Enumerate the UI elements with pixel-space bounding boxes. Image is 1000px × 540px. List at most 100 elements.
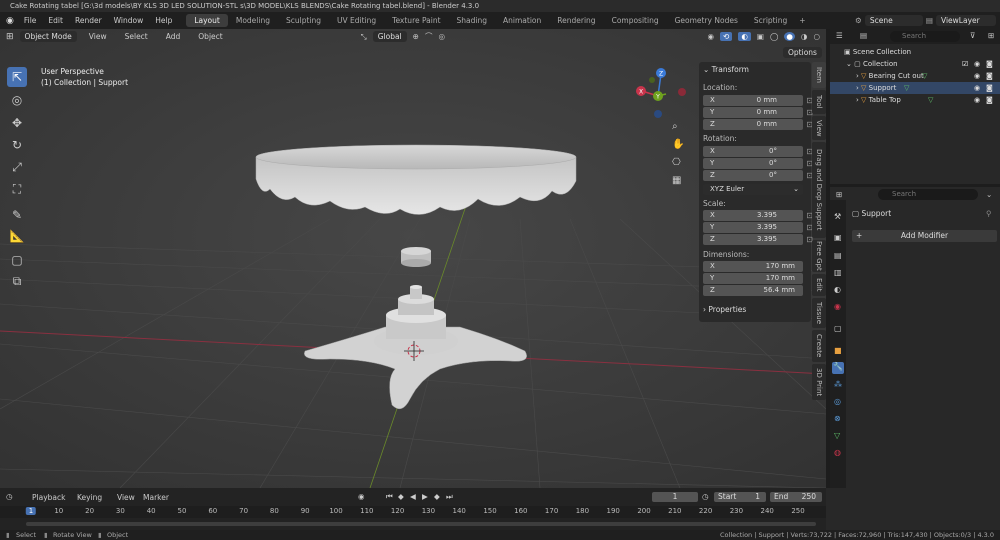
- scale-x-field[interactable]: X 3.395 ⊡: [703, 210, 813, 221]
- data-properties-icon[interactable]: ▽: [834, 431, 840, 440]
- workspace-tab-layout[interactable]: Layout: [186, 14, 228, 27]
- render-properties-icon[interactable]: ▣: [834, 233, 842, 242]
- tab-item[interactable]: Item: [812, 62, 826, 88]
- jump-end-icon[interactable]: ⏭: [446, 492, 453, 502]
- workspace-tab-shading[interactable]: Shading: [449, 14, 495, 27]
- workspace-tab-sculpting[interactable]: Sculpting: [278, 14, 329, 27]
- material-shading-icon[interactable]: ◑: [801, 32, 808, 41]
- transform-header[interactable]: ⌄ Transform: [703, 65, 749, 74]
- navigation-gizmo[interactable]: Z X Y: [630, 66, 690, 126]
- jump-start-icon[interactable]: ⏮: [386, 492, 393, 502]
- transform-orientation-icon[interactable]: ⤡: [361, 32, 367, 42]
- rotate-tool-icon[interactable]: ↻: [7, 135, 27, 155]
- options-button[interactable]: Options: [783, 47, 822, 58]
- move-tool-icon[interactable]: ✥: [7, 113, 27, 133]
- outliner-item-support[interactable]: › ▽ Support ▽ ◉ ◙: [830, 82, 1000, 94]
- play-icon[interactable]: ▶: [422, 492, 428, 501]
- solid-shading-icon[interactable]: ●: [784, 32, 795, 41]
- menu-help[interactable]: Help: [149, 16, 178, 25]
- transform-tool-icon[interactable]: ⛶: [7, 179, 27, 199]
- menu-file[interactable]: File: [18, 16, 43, 25]
- play-reverse-icon[interactable]: ◀: [410, 492, 416, 501]
- menu-window[interactable]: Window: [108, 16, 150, 25]
- menu-view[interactable]: View: [83, 32, 113, 41]
- timeline-editor-icon[interactable]: ◷: [6, 492, 13, 501]
- pivot-icon[interactable]: ⊕: [413, 32, 419, 41]
- select-box-tool-icon[interactable]: ⇱: [7, 67, 27, 87]
- new-collection-icon[interactable]: ⊞: [988, 31, 994, 40]
- rotation-x-field[interactable]: X 0° ⊡: [703, 146, 813, 157]
- perspective-toggle-icon[interactable]: ▦: [672, 175, 681, 186]
- frame-rate-icon[interactable]: ◷: [702, 492, 709, 501]
- add-workspace-icon[interactable]: +: [795, 16, 809, 25]
- tab-edit[interactable]: Edit: [812, 274, 826, 296]
- outliner-display-mode-icon[interactable]: ▤: [860, 31, 867, 40]
- scale-y-field[interactable]: Y 3.395 ⊡: [703, 222, 813, 233]
- menu-add[interactable]: Add: [160, 32, 187, 41]
- menu-edit[interactable]: Edit: [42, 16, 69, 25]
- dimensions-y-field[interactable]: Y 170 mm: [703, 273, 803, 284]
- scene-selector[interactable]: Scene: [864, 15, 923, 26]
- scale-tool-icon[interactable]: ⤢: [7, 157, 27, 177]
- timeline-ruler[interactable]: 1 10 20 30 40 50 60 70 80 90 100 110 120 130 140 150 160…: [0, 506, 826, 518]
- pan-hand-icon[interactable]: ✋: [672, 139, 684, 150]
- timeline-menu-keying[interactable]: Keying: [71, 493, 108, 502]
- material-properties-icon[interactable]: ◍: [834, 448, 841, 457]
- zoom-icon[interactable]: ⌕: [672, 121, 678, 132]
- xray-icon[interactable]: ▣: [757, 32, 764, 41]
- workspace-tab-texture-paint[interactable]: Texture Paint: [384, 14, 448, 27]
- properties-search-input[interactable]: Search: [878, 189, 978, 200]
- workspace-tab-animation[interactable]: Animation: [495, 14, 549, 27]
- add-primitive-tool-icon[interactable]: ⧉: [7, 271, 27, 291]
- particles-properties-icon[interactable]: ⁂: [834, 380, 842, 389]
- pin-icon[interactable]: ⚲: [986, 209, 992, 218]
- view-layer-properties-icon[interactable]: ▥: [834, 268, 842, 277]
- gizmo-toggle-icon[interactable]: ⟲: [720, 32, 733, 41]
- record-icon[interactable]: ◉: [358, 492, 365, 501]
- collection-properties-icon[interactable]: ▢: [834, 324, 842, 333]
- timeline-menu-playback[interactable]: Playback: [26, 493, 71, 502]
- tab-view[interactable]: View: [812, 116, 826, 140]
- menu-render[interactable]: Render: [69, 16, 108, 25]
- output-properties-icon[interactable]: ▤: [834, 251, 842, 260]
- filter-icon[interactable]: ⊽: [970, 31, 976, 40]
- location-z-field[interactable]: Z0 mm ⊡: [703, 119, 813, 130]
- rotation-mode-dropdown[interactable]: XYZ Euler ⌄: [703, 184, 803, 195]
- bearing-object[interactable]: [401, 247, 431, 267]
- properties-editor-icon[interactable]: ⊞: [836, 190, 842, 199]
- visibility-icon[interactable]: ◉: [707, 32, 714, 41]
- dimensions-x-field[interactable]: X 170 mm: [703, 261, 803, 272]
- tab-create[interactable]: Create: [812, 330, 826, 362]
- tab-3d-print[interactable]: 3D Print: [812, 364, 826, 400]
- workspace-tab-geometry-nodes[interactable]: Geometry Nodes: [667, 14, 746, 27]
- modifier-properties-icon[interactable]: 🔧: [832, 362, 844, 374]
- scene-properties-icon[interactable]: ◐: [834, 285, 841, 294]
- proportional-edit-icon[interactable]: ◎: [438, 32, 445, 41]
- tab-drag-and-drop-support[interactable]: Drag and Drop Support: [812, 142, 826, 238]
- wireframe-shading-icon[interactable]: ◯: [770, 32, 778, 41]
- transform-orientation-selector[interactable]: Global: [372, 31, 407, 42]
- overlay-toggle-icon[interactable]: ◐: [738, 32, 751, 41]
- scale-z-field[interactable]: Z 3.395 ⊡: [703, 234, 813, 245]
- workspace-tab-compositing[interactable]: Compositing: [604, 14, 667, 27]
- timeline-menu-marker[interactable]: Marker: [137, 493, 175, 502]
- outliner-search-input[interactable]: Search: [890, 31, 960, 42]
- add-cube-tool-icon[interactable]: ▢: [7, 250, 27, 270]
- physics-properties-icon[interactable]: ◎: [834, 397, 841, 406]
- workspace-tab-modeling[interactable]: Modeling: [228, 14, 278, 27]
- blender-logo-icon[interactable]: ◉: [0, 16, 18, 26]
- outliner-scene-collection[interactable]: ▣ Scene Collection: [830, 46, 1000, 58]
- timeline-scrollbar[interactable]: [26, 522, 816, 526]
- view-layer-icon[interactable]: ▤: [923, 16, 936, 25]
- end-frame-field[interactable]: End 250: [770, 492, 822, 502]
- mode-selector[interactable]: Object Mode: [19, 31, 77, 42]
- tab-tissue[interactable]: Tissue: [812, 298, 826, 328]
- world-properties-icon[interactable]: ◉: [834, 302, 841, 311]
- next-keyframe-icon[interactable]: ◆: [434, 492, 440, 501]
- outliner-item-table-top[interactable]: › ▽ Table Top ▽ ◉ ◙: [830, 94, 1000, 106]
- rotation-y-field[interactable]: Y 0° ⊡: [703, 158, 813, 169]
- dimensions-z-field[interactable]: Z 56.4 mm: [703, 285, 803, 296]
- tab-tool[interactable]: Tool: [812, 90, 826, 114]
- cursor-tool-icon[interactable]: ◎: [7, 90, 27, 110]
- menu-object[interactable]: Object: [192, 32, 228, 41]
